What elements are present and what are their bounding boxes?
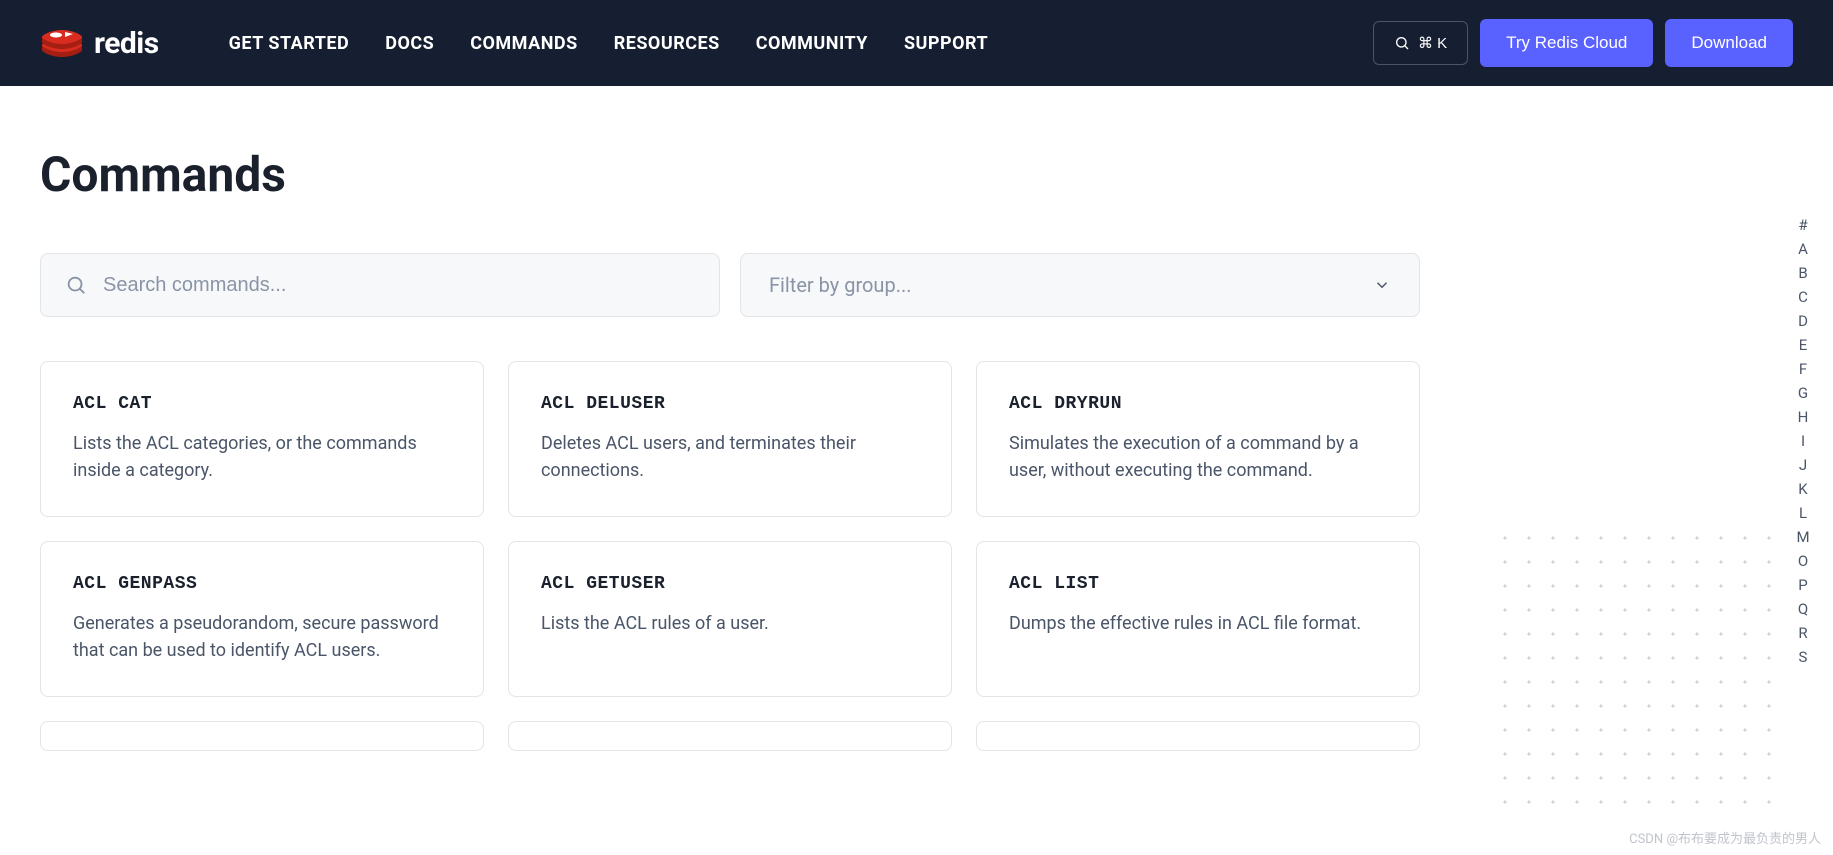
command-search-box[interactable] xyxy=(40,253,720,317)
command-name: ACL LIST xyxy=(1009,574,1387,594)
alpha-link-D[interactable]: D xyxy=(1793,312,1813,330)
command-desc: Generates a pseudorandom, secure passwor… xyxy=(73,610,451,664)
command-name: ACL GETUSER xyxy=(541,574,919,594)
nav-community[interactable]: COMMUNITY xyxy=(756,33,868,54)
alpha-link-K[interactable]: K xyxy=(1793,480,1813,498)
command-card[interactable] xyxy=(976,721,1420,751)
alpha-link-E[interactable]: E xyxy=(1793,336,1813,354)
nav-resources[interactable]: RESOURCES xyxy=(614,33,720,54)
alpha-link-F[interactable]: F xyxy=(1793,360,1813,378)
command-name: ACL CAT xyxy=(73,394,451,414)
nav-docs[interactable]: DOCS xyxy=(385,33,434,54)
command-card[interactable] xyxy=(40,721,484,751)
command-desc: Lists the ACL categories, or the command… xyxy=(73,430,451,484)
alphabet-nav: # ABCDEFGHIJKLMOPQRS xyxy=(1793,216,1813,666)
chevron-down-icon xyxy=(1373,276,1391,294)
main-content: Commands Filter by group... ACL CAT List… xyxy=(0,86,1833,751)
alpha-link-P[interactable]: P xyxy=(1793,576,1813,594)
alpha-link-M[interactable]: M xyxy=(1793,528,1813,546)
redis-logo-icon xyxy=(40,24,84,62)
command-card[interactable]: ACL DELUSER Deletes ACL users, and termi… xyxy=(508,361,952,517)
command-desc: Simulates the execution of a command by … xyxy=(1009,430,1387,484)
download-button[interactable]: Download xyxy=(1665,19,1793,67)
command-card[interactable]: ACL LIST Dumps the effective rules in AC… xyxy=(976,541,1420,697)
alpha-link-O[interactable]: O xyxy=(1793,552,1813,570)
header-actions: ⌘ K Try Redis Cloud Download xyxy=(1373,19,1793,67)
alpha-link-S[interactable]: S xyxy=(1793,648,1813,666)
logo-text: redis xyxy=(94,26,159,61)
command-name: ACL DRYRUN xyxy=(1009,394,1387,414)
alpha-link-R[interactable]: R xyxy=(1793,624,1813,642)
logo[interactable]: redis xyxy=(40,24,159,62)
search-shortcut: ⌘ K xyxy=(1418,34,1447,52)
command-grid: ACL CAT Lists the ACL categories, or the… xyxy=(40,361,1420,751)
command-card[interactable]: ACL DRYRUN Simulates the execution of a … xyxy=(976,361,1420,517)
alpha-link-J[interactable]: J xyxy=(1793,456,1813,474)
alpha-link-L[interactable]: L xyxy=(1793,504,1813,522)
command-card[interactable]: ACL GETUSER Lists the ACL rules of a use… xyxy=(508,541,952,697)
alpha-link-#[interactable]: # xyxy=(1793,216,1813,234)
command-name: ACL GENPASS xyxy=(73,574,451,594)
group-filter-select[interactable]: Filter by group... xyxy=(740,253,1420,317)
watermark: CSDN @布布要成为最负责的男人 xyxy=(1629,828,1821,847)
page-title: Commands xyxy=(40,146,1793,203)
command-card[interactable]: ACL CAT Lists the ACL categories, or the… xyxy=(40,361,484,517)
nav-get-started[interactable]: GET STARTED xyxy=(229,33,350,54)
header-search-button[interactable]: ⌘ K xyxy=(1373,21,1468,65)
command-desc: Deletes ACL users, and terminates their … xyxy=(541,430,919,484)
try-redis-cloud-button[interactable]: Try Redis Cloud xyxy=(1480,19,1653,67)
command-name: ACL DELUSER xyxy=(541,394,919,414)
alpha-link-B[interactable]: B xyxy=(1793,264,1813,282)
alpha-link-C[interactable]: C xyxy=(1793,288,1813,306)
nav-commands[interactable]: COMMANDS xyxy=(470,33,577,54)
site-header: redis GET STARTED DOCS COMMANDS RESOURCE… xyxy=(0,0,1833,86)
command-desc: Dumps the effective rules in ACL file fo… xyxy=(1009,610,1387,637)
alpha-link-H[interactable]: H xyxy=(1793,408,1813,426)
alpha-link-G[interactable]: G xyxy=(1793,384,1813,402)
main-nav: GET STARTED DOCS COMMANDS RESOURCES COMM… xyxy=(229,33,1373,54)
search-icon xyxy=(65,274,87,296)
alpha-link-Q[interactable]: Q xyxy=(1793,600,1813,618)
filter-placeholder: Filter by group... xyxy=(769,273,912,297)
decorative-dots xyxy=(1493,526,1773,806)
command-desc: Lists the ACL rules of a user. xyxy=(541,610,919,637)
command-card[interactable] xyxy=(508,721,952,751)
filter-bar: Filter by group... xyxy=(40,253,1793,317)
alpha-link-I[interactable]: I xyxy=(1793,432,1813,450)
command-card[interactable]: ACL GENPASS Generates a pseudorandom, se… xyxy=(40,541,484,697)
nav-support[interactable]: SUPPORT xyxy=(904,33,988,54)
search-input[interactable] xyxy=(103,274,695,297)
alpha-link-A[interactable]: A xyxy=(1793,240,1813,258)
search-icon xyxy=(1394,35,1410,51)
